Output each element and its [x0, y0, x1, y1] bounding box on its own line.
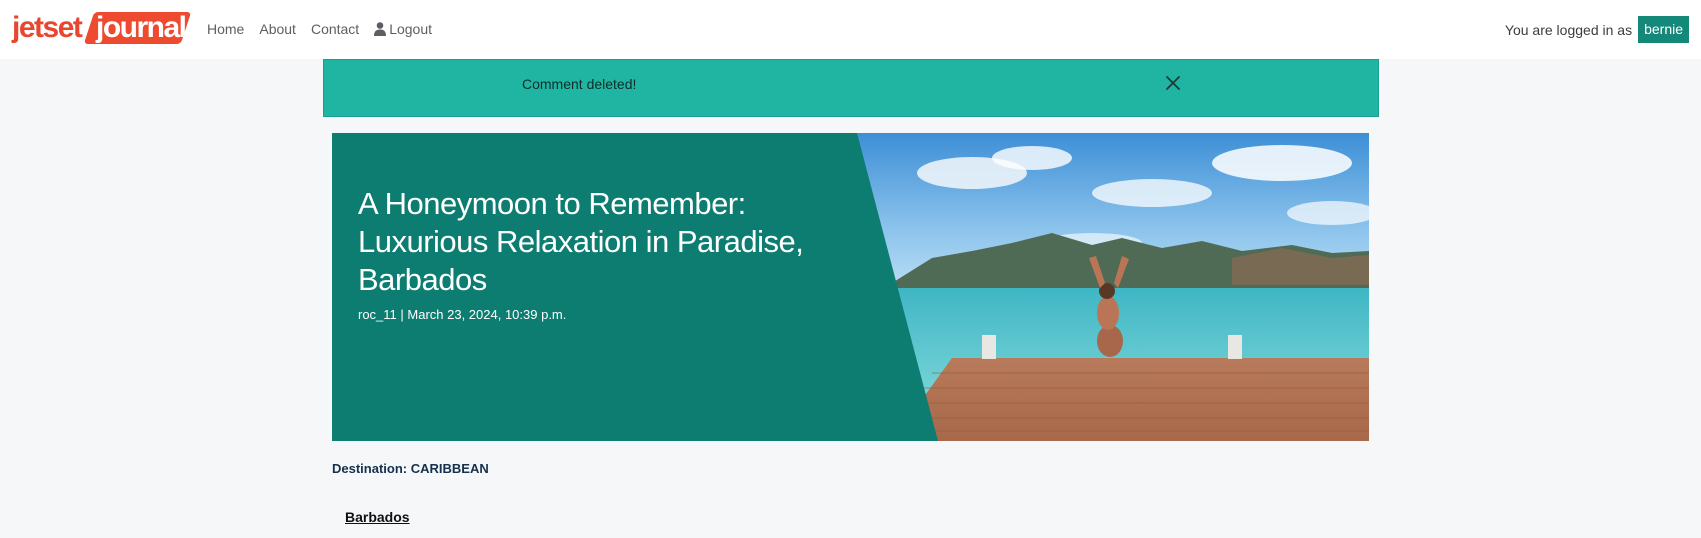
alert-message: Comment deleted! [522, 76, 637, 92]
section-heading: Barbados [345, 509, 410, 525]
close-icon[interactable] [1164, 74, 1182, 92]
nav-link-logout[interactable]: Logout [374, 19, 432, 39]
user-icon [374, 22, 387, 36]
post-meta: roc_11 | March 23, 2024, 10:39 p.m. [358, 307, 567, 322]
post-destination: Destination: CARIBBEAN [332, 461, 489, 476]
nav-link-home[interactable]: Home [207, 19, 244, 39]
logged-in-text: You are logged in as [1504, 21, 1633, 38]
post-title: A Honeymoon to Remember: Luxurious Relax… [358, 186, 804, 297]
post-hero: A Honeymoon to Remember: Luxurious Relax… [332, 133, 1369, 441]
logo-text-jetset: jetset [12, 11, 83, 44]
navbar: jetset journal Home About Contact Logout… [0, 0, 1701, 59]
username-badge: bernie [1638, 16, 1689, 43]
nav-links: Home About Contact Logout [207, 19, 447, 39]
nav-link-contact[interactable]: Contact [311, 19, 359, 39]
site-logo[interactable]: jetset journal [12, 11, 192, 45]
nav-link-about[interactable]: About [259, 19, 296, 39]
logout-label: Logout [389, 21, 433, 37]
login-status: You are logged in as bernie [1505, 16, 1689, 43]
logo-text-journal: journal [96, 11, 187, 44]
success-alert: Comment deleted! [323, 59, 1379, 117]
